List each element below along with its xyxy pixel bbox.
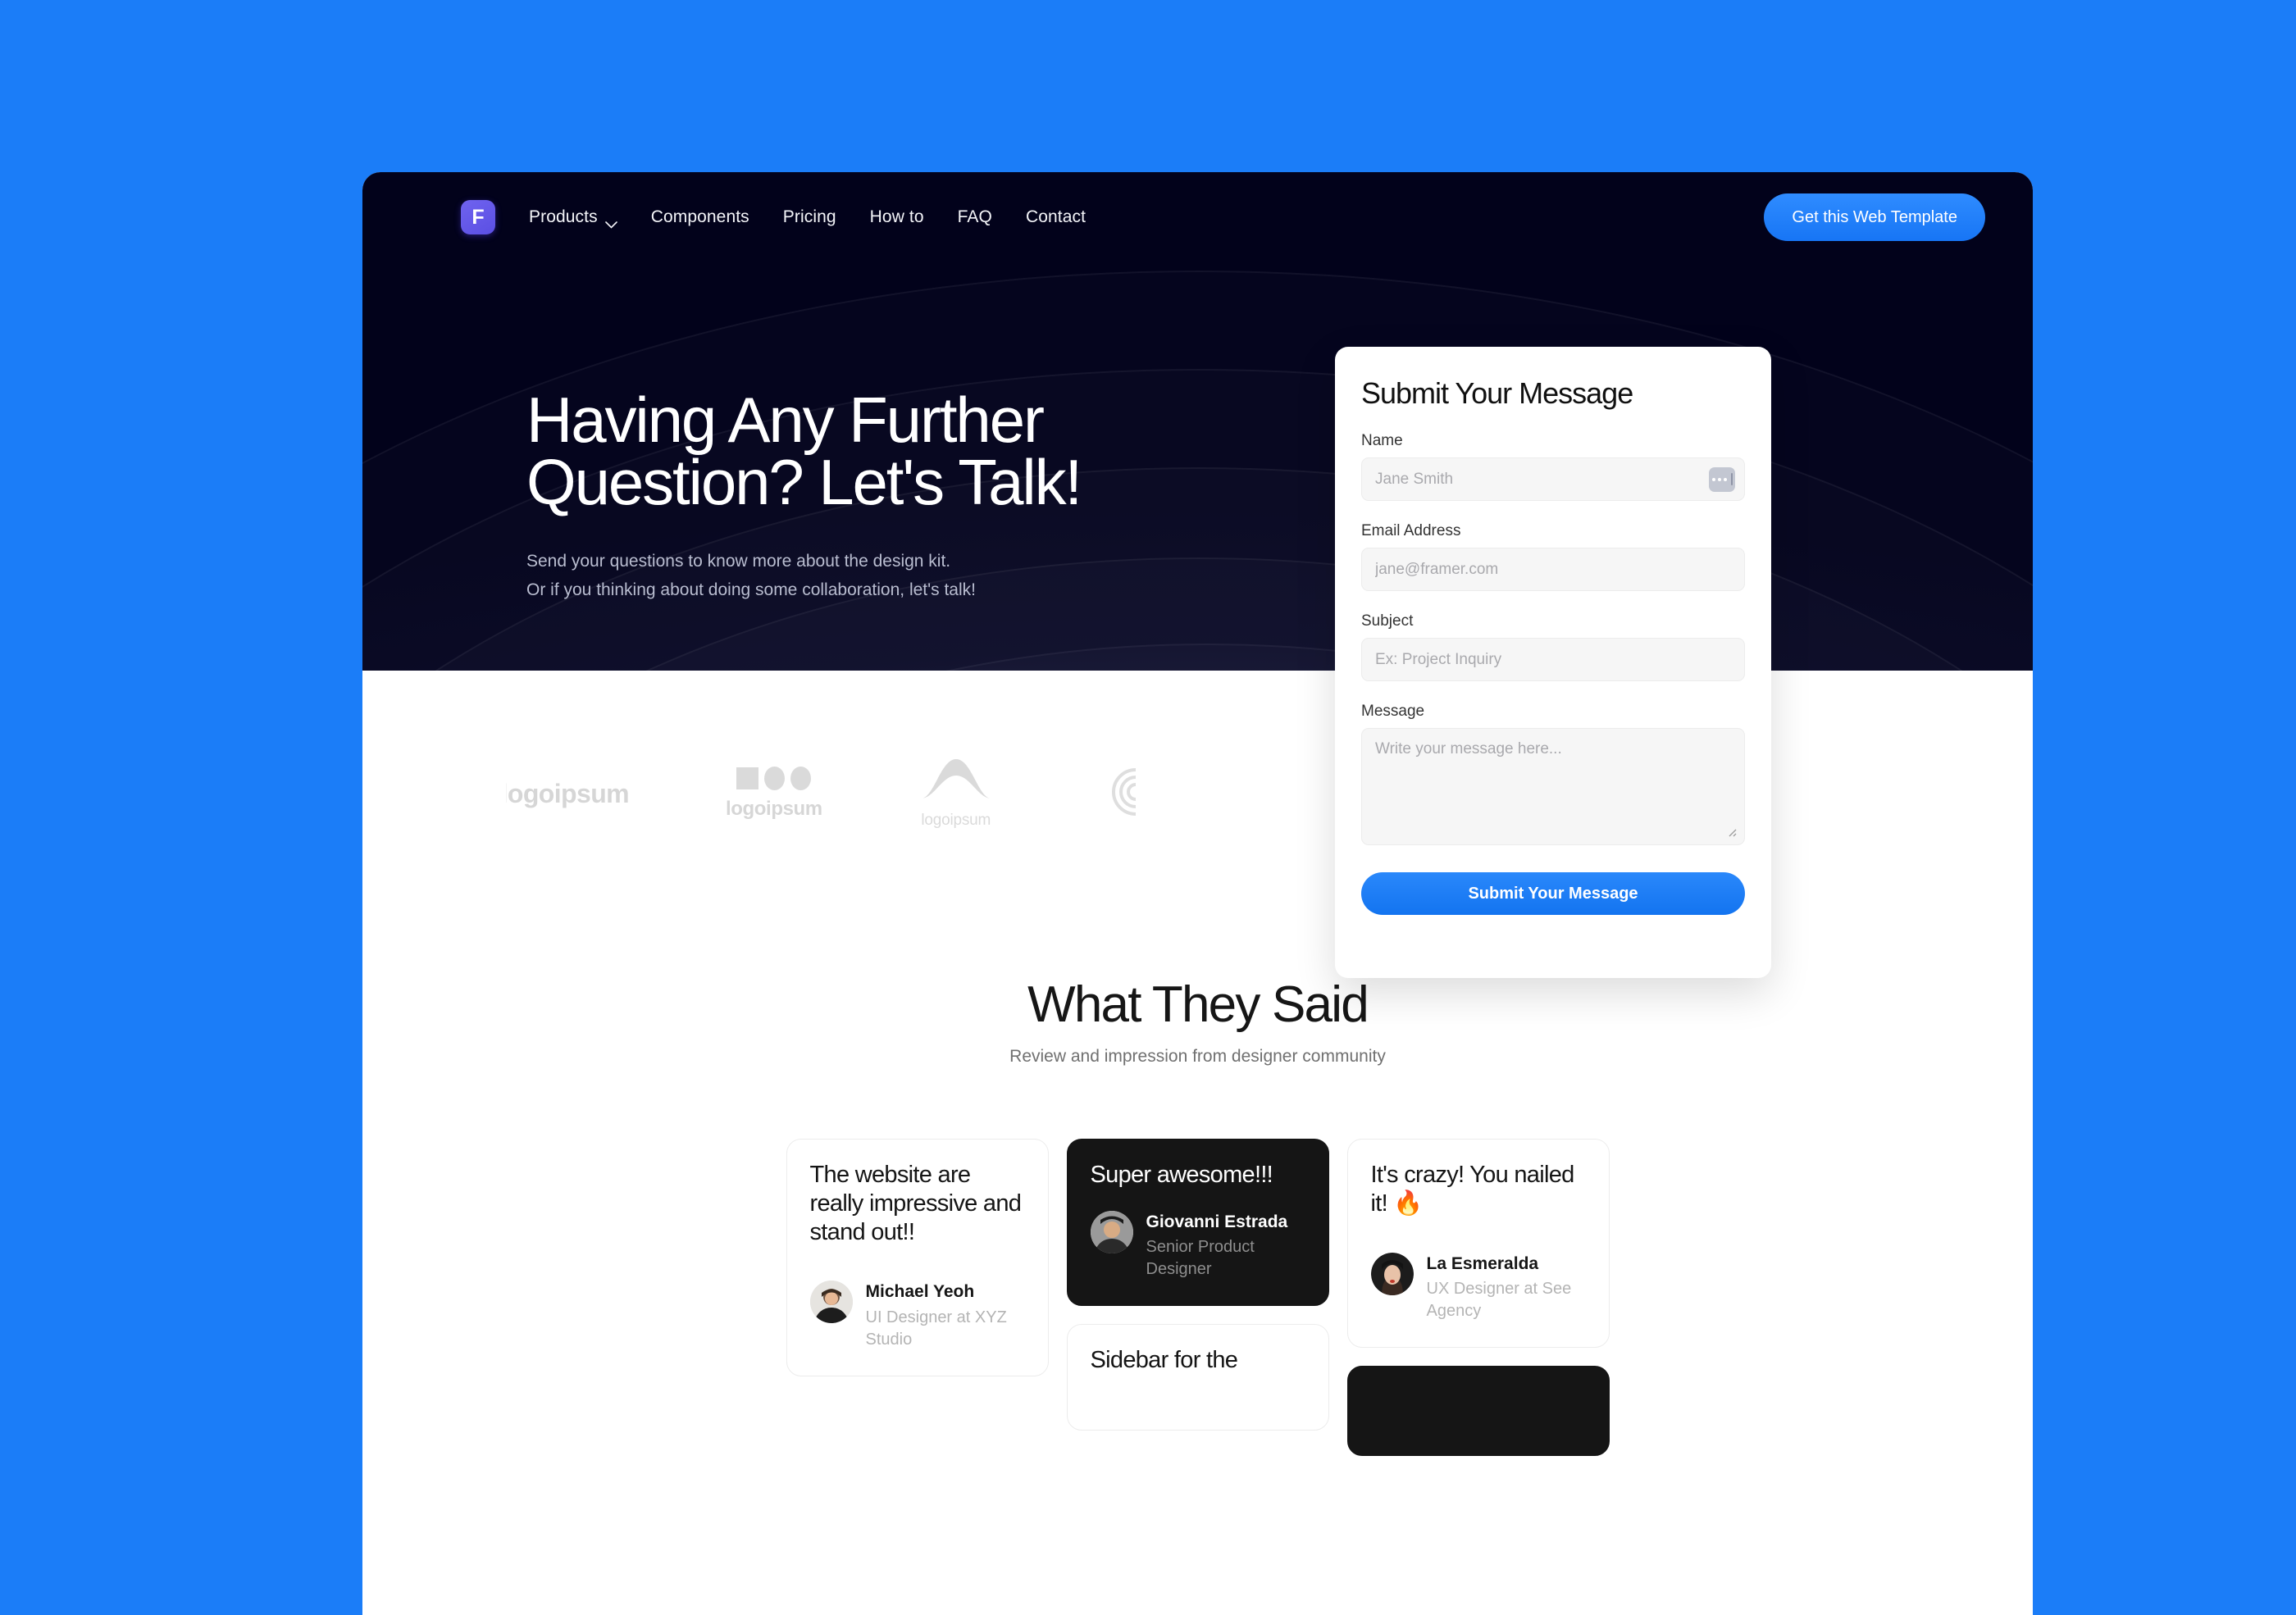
author-role: UX Designer at See Agency (1426, 1279, 1572, 1320)
nav-label: Contact (1025, 207, 1086, 226)
nav-label: Pricing (782, 207, 836, 226)
testimonial-card[interactable]: Sidebar for the (1066, 1324, 1329, 1431)
logo-letter: F (472, 205, 485, 229)
avatar (809, 1281, 853, 1324)
email-label: Email Address (1361, 522, 1461, 539)
testimonials-subtitle: Review and impression from designer comm… (1009, 1047, 1386, 1066)
testimonial-card[interactable]: Super awesome!!! Giovanni Estrada Senior… (1066, 1139, 1329, 1307)
logoipsum-wordmark: logoipsum (506, 778, 629, 808)
form-title: Submit Your Message (1361, 376, 1633, 410)
typing-indicator-icon (1709, 466, 1735, 492)
testimonial-column-1: The website are really impressive and st… (786, 1139, 1049, 1376)
arch-icon (919, 757, 993, 804)
author-name: Michael Yeoh (865, 1282, 975, 1302)
email-input[interactable] (1361, 548, 1745, 591)
main-navigation: F Products Components Pricing How to FAQ… (362, 172, 2033, 262)
form-field-message: Message (1361, 703, 1745, 849)
framer-logo-icon[interactable]: F (461, 200, 495, 234)
testimonial-card[interactable]: The website are really impressive and st… (786, 1139, 1049, 1376)
site-page: F Products Components Pricing How to FAQ… (362, 172, 2033, 1615)
logo-item-3: logoipsum (919, 757, 993, 830)
testimonial-card-grid: The website are really impressive and st… (362, 1139, 2033, 1456)
nav-label: How to (869, 207, 924, 226)
subject-label: Subject (1361, 612, 1414, 630)
logo-item-2: logoipsum (726, 767, 822, 821)
nav-item-how-to[interactable]: How to (870, 207, 924, 227)
testimonial-quote: The website are really impressive and st… (809, 1162, 1022, 1245)
avatar (1370, 1252, 1414, 1295)
testimonial-quote: Super awesome!!! (1090, 1162, 1273, 1188)
testimonials-title: What They Said (1027, 976, 1369, 1033)
hero-section: F Products Components Pricing How to FAQ… (362, 172, 2033, 671)
author-role: UI Designer at XYZ Studio (865, 1308, 1007, 1349)
logoipsum-label: logoipsum (921, 812, 991, 829)
nav-links: Products Components Pricing How to FAQ C… (529, 207, 1086, 229)
testimonial-quote: Sidebar for the (1090, 1347, 1238, 1374)
name-input[interactable] (1361, 457, 1745, 501)
hero-title: Having Any Further Question? Let's Talk! (526, 384, 1082, 518)
author-name: Giovanni Estrada (1146, 1212, 1288, 1231)
get-template-button[interactable]: Get this Web Template (1764, 193, 1985, 241)
nav-item-contact[interactable]: Contact (1026, 207, 1086, 227)
nav-label: Products (529, 207, 598, 226)
testimonial-author: La Esmeralda UX Designer at See Agency (1370, 1252, 1586, 1322)
message-textarea[interactable] (1361, 728, 1745, 845)
form-field-email: Email Address (1361, 522, 1745, 591)
nav-item-products[interactable]: Products (529, 207, 617, 229)
client-logo-strip: logoipsum logoipsum logoipsum (362, 671, 2033, 917)
form-field-name: Name (1361, 432, 1745, 501)
logo-item-1: logoipsum (506, 779, 629, 809)
submit-message-button[interactable]: Submit Your Message (1361, 872, 1745, 915)
square-circle-circle-icon (736, 767, 812, 790)
spiral-icon (1090, 767, 1137, 821)
testimonial-column-2: Super awesome!!! Giovanni Estrada Senior… (1066, 1139, 1329, 1431)
logoipsum-label: logoipsum (726, 798, 822, 820)
nav-label: Components (650, 207, 749, 226)
contact-form-card: Submit Your Message Name Email Address S… (1335, 347, 1771, 978)
testimonials-section: What They Said Review and impression fro… (362, 917, 2033, 1456)
nav-item-components[interactable]: Components (651, 207, 749, 227)
form-field-subject: Subject (1361, 612, 1745, 681)
testimonial-card[interactable]: It's crazy! You nailed it! 🔥 La Esmerald… (1346, 1139, 1610, 1348)
nav-item-pricing[interactable]: Pricing (783, 207, 836, 227)
testimonial-column-3: It's crazy! You nailed it! 🔥 La Esmerald… (1346, 1139, 1610, 1456)
message-label: Message (1361, 703, 1425, 720)
avatar (1090, 1210, 1133, 1253)
testimonial-card[interactable] (1346, 1365, 1610, 1456)
logo-item-4 (1090, 767, 1137, 821)
hero-subtitle: Send your questions to know more about t… (526, 552, 976, 599)
subject-input[interactable] (1361, 638, 1745, 681)
testimonial-author: Giovanni Estrada Senior Product Designer (1090, 1210, 1305, 1281)
nav-item-faq[interactable]: FAQ (958, 207, 992, 227)
testimonial-author: Michael Yeoh UI Designer at XYZ Studio (809, 1281, 1025, 1350)
nav-label: FAQ (957, 207, 992, 226)
name-label: Name (1361, 432, 1403, 449)
chevron-down-icon (604, 214, 617, 229)
hero-copy: Having Any Further Question? Let's Talk!… (526, 384, 1264, 605)
testimonial-quote: It's crazy! You nailed it! 🔥 (1370, 1162, 1575, 1217)
author-role: Senior Product Designer (1146, 1238, 1255, 1279)
author-name: La Esmeralda (1426, 1253, 1539, 1273)
